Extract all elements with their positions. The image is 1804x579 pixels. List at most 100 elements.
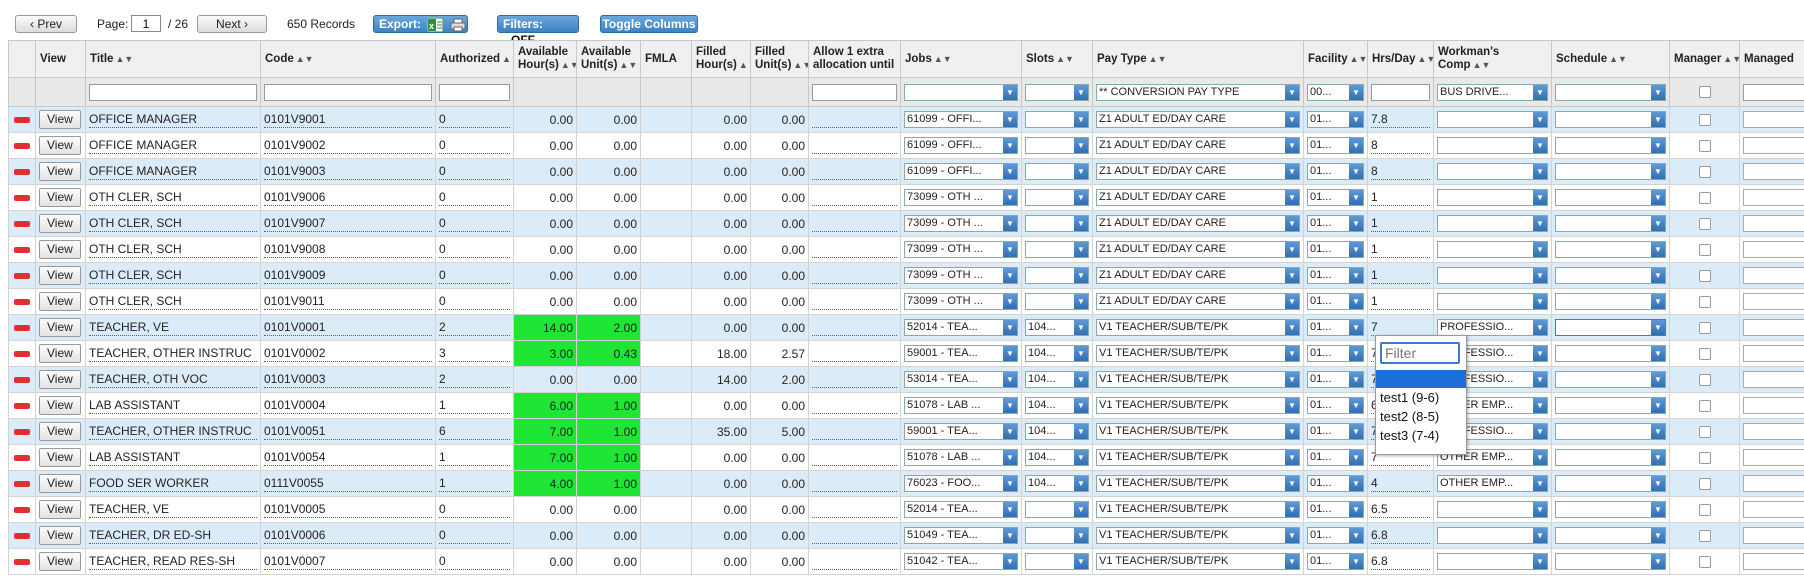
title-cell[interactable]: OTH CLER, SCH: [89, 215, 257, 232]
title-cell[interactable]: FOOD SER WORKER: [89, 475, 257, 492]
delete-row-icon[interactable]: [14, 377, 30, 384]
jobs-select[interactable]: 51049 - TEA... ▼: [904, 527, 1018, 544]
jobs-select[interactable]: 52014 - TEA... ▼: [904, 501, 1018, 518]
allow-extra-cell[interactable]: [812, 345, 897, 362]
schedule-option[interactable]: [1376, 370, 1466, 388]
code-cell[interactable]: 0101V9003: [264, 163, 432, 180]
code-cell[interactable]: 0101V0005: [264, 501, 432, 518]
managed-select[interactable]: [1743, 163, 1804, 180]
facility-select[interactable]: 01... ▼: [1307, 293, 1364, 310]
hrs-day-cell[interactable]: 1: [1371, 267, 1430, 284]
hrs-day-cell[interactable]: 1: [1371, 241, 1430, 258]
jobs-select[interactable]: 73099 - OTH ... ▼: [904, 267, 1018, 284]
filters-toggle[interactable]: Filters:OFF: [497, 15, 579, 47]
title-cell[interactable]: LAB ASSISTANT: [89, 449, 257, 466]
pay-type-select[interactable]: Z1 ADULT ED/DAY CARE ▼: [1096, 215, 1300, 232]
title-cell[interactable]: OTH CLER, SCH: [89, 241, 257, 258]
code-cell[interactable]: 0101V9001: [264, 111, 432, 128]
pay-type-select[interactable]: V1 TEACHER/SUB/TE/PK ▼: [1096, 345, 1300, 362]
view-button[interactable]: View: [39, 136, 81, 155]
title-filter-input[interactable]: [89, 83, 257, 101]
code-cell[interactable]: 0101V9009: [264, 267, 432, 284]
schedule-select[interactable]: ▼: [1555, 215, 1666, 232]
allow-extra-cell[interactable]: [812, 163, 897, 180]
code-cell[interactable]: 0111V0055: [264, 475, 432, 492]
manager-checkbox[interactable]: [1698, 321, 1711, 334]
slots-select[interactable]: ▼: [1025, 267, 1089, 284]
allow-extra-cell[interactable]: [812, 267, 897, 284]
prev-page-button[interactable]: ‹ Prev: [15, 15, 77, 33]
slots-select[interactable]: ▼: [1025, 111, 1089, 128]
pay-type-select[interactable]: V1 TEACHER/SUB/TE/PK ▼: [1096, 449, 1300, 466]
delete-row-icon[interactable]: [14, 273, 30, 280]
delete-row-icon[interactable]: [14, 403, 30, 410]
delete-row-icon[interactable]: [14, 507, 30, 514]
code-cell[interactable]: 0101V0003: [264, 371, 432, 388]
facility-select[interactable]: 01... ▼: [1307, 371, 1364, 388]
delete-row-icon[interactable]: [14, 247, 30, 254]
jobs-filter-select[interactable]: ▼: [904, 83, 1018, 101]
jobs-select[interactable]: 52014 - TEA... ▼: [904, 319, 1018, 336]
delete-row-icon[interactable]: [14, 455, 30, 462]
facility-select[interactable]: 01... ▼: [1307, 345, 1364, 362]
hrs-day-cell[interactable]: 6.8: [1371, 553, 1430, 570]
facility-select[interactable]: 01... ▼: [1307, 501, 1364, 518]
managed-select[interactable]: [1743, 189, 1804, 206]
code-cell[interactable]: 0101V9002: [264, 137, 432, 154]
workmans-comp-filter-select[interactable]: BUS DRIVE... ▼: [1437, 83, 1548, 101]
delete-row-icon[interactable]: [14, 325, 30, 332]
view-button[interactable]: View: [39, 552, 81, 571]
code-cell[interactable]: 0101V9006: [264, 189, 432, 206]
delete-row-icon[interactable]: [14, 559, 30, 566]
view-button[interactable]: View: [39, 370, 81, 389]
schedule-select[interactable]: ▼: [1555, 475, 1666, 492]
next-page-button[interactable]: Next ›: [197, 15, 267, 33]
allow-extra-cell[interactable]: [812, 423, 897, 440]
code-cell[interactable]: 0101V0004: [264, 397, 432, 414]
view-button[interactable]: View: [39, 292, 81, 311]
pay-type-filter-select[interactable]: ** CONVERSION PAY TYPE ▼: [1096, 83, 1300, 101]
workmans-comp-select[interactable]: ▼: [1437, 215, 1548, 232]
authorized-cell[interactable]: 0: [439, 241, 510, 258]
delete-row-icon[interactable]: [14, 481, 30, 488]
facility-select[interactable]: 01... ▼: [1307, 215, 1364, 232]
title-cell[interactable]: TEACHER, OTH VOC: [89, 371, 257, 388]
managed-select[interactable]: [1743, 475, 1804, 492]
schedule-select[interactable]: ▼: [1555, 527, 1666, 544]
manager-checkbox[interactable]: [1698, 373, 1711, 386]
slots-select[interactable]: 104... ▼: [1025, 423, 1089, 440]
managed-filter-input[interactable]: [1743, 83, 1804, 101]
managed-select[interactable]: [1743, 397, 1804, 414]
manager-checkbox[interactable]: [1698, 269, 1711, 282]
pay-type-select[interactable]: Z1 ADULT ED/DAY CARE ▼: [1096, 241, 1300, 258]
col-code[interactable]: Code ▲▼: [260, 40, 436, 78]
view-button[interactable]: View: [39, 214, 81, 233]
col-workmans-comp[interactable]: Workman's Comp ▲▼: [1433, 40, 1552, 78]
view-button[interactable]: View: [39, 526, 81, 545]
jobs-select[interactable]: 51078 - LAB ... ▼: [904, 449, 1018, 466]
managed-select[interactable]: [1743, 293, 1804, 310]
title-cell[interactable]: TEACHER, VE: [89, 319, 257, 336]
authorized-cell[interactable]: 1: [439, 397, 510, 414]
workmans-comp-select[interactable]: ▼: [1437, 293, 1548, 310]
manager-checkbox[interactable]: [1698, 113, 1711, 126]
delete-row-icon[interactable]: [14, 221, 30, 228]
authorized-cell[interactable]: 1: [439, 449, 510, 466]
slots-select[interactable]: ▼: [1025, 527, 1089, 544]
managed-select[interactable]: [1743, 527, 1804, 544]
managed-select[interactable]: [1743, 215, 1804, 232]
allow-extra-cell[interactable]: [812, 215, 897, 232]
authorized-cell[interactable]: 0: [439, 293, 510, 310]
slots-select[interactable]: ▼: [1025, 553, 1089, 570]
col-available-units[interactable]: Available Unit(s) ▲▼: [576, 40, 641, 78]
workmans-comp-select[interactable]: ▼: [1437, 111, 1548, 128]
toggle-columns-button[interactable]: Toggle Columns: [600, 15, 698, 33]
facility-select[interactable]: 01... ▼: [1307, 137, 1364, 154]
managed-select[interactable]: [1743, 241, 1804, 258]
delete-row-icon[interactable]: [14, 143, 30, 150]
manager-checkbox[interactable]: [1698, 477, 1711, 490]
slots-select[interactable]: ▼: [1025, 137, 1089, 154]
code-cell[interactable]: 0101V9011: [264, 293, 432, 310]
hrs-day-cell[interactable]: 1: [1371, 189, 1430, 206]
schedule-select[interactable]: ▼: [1555, 319, 1666, 336]
